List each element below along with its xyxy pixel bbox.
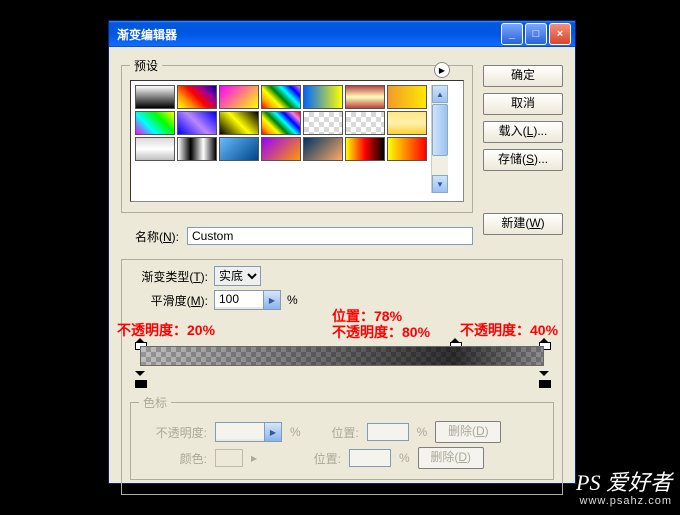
- window-content: 预设 ▶ ▲ ▼ 名称(N):: [109, 47, 575, 483]
- ok-button[interactable]: 确定: [483, 65, 563, 87]
- preset-swatch[interactable]: [261, 85, 301, 109]
- smoothness-spinner[interactable]: ▶: [214, 290, 281, 310]
- gradient-bar[interactable]: [140, 346, 544, 366]
- percent-label: %: [290, 425, 301, 439]
- preset-swatch[interactable]: [387, 111, 427, 135]
- presets-legend: 预设: [130, 57, 162, 74]
- stop-color-label: 颜色:: [139, 450, 207, 467]
- percent-label: %: [287, 293, 298, 307]
- annotation-mid: 位置：78% 不透明度：80%: [332, 308, 430, 340]
- stop-position-label: 位置:: [291, 450, 341, 467]
- name-input[interactable]: [187, 227, 473, 245]
- preset-swatch[interactable]: [261, 137, 301, 161]
- preset-swatch[interactable]: [345, 85, 385, 109]
- presets-menu-icon[interactable]: ▶: [434, 62, 450, 78]
- stop-color-swatch: [215, 449, 243, 467]
- stop-position-input: [367, 423, 409, 441]
- preset-swatch[interactable]: [303, 137, 343, 161]
- preset-swatch[interactable]: [177, 137, 217, 161]
- stop-opacity-input: [216, 423, 264, 439]
- percent-label: %: [399, 451, 410, 465]
- chevron-right-icon: ▸: [251, 451, 263, 465]
- preset-swatch[interactable]: [219, 111, 259, 135]
- close-button[interactable]: ×: [549, 23, 571, 45]
- gradient-edit-fieldset: 渐变类型(T): 实底 平滑度(M): ▶ % 不透明度：20% 位置：78% …: [121, 259, 563, 495]
- preset-swatch[interactable]: [261, 111, 301, 135]
- preset-swatch[interactable]: [219, 85, 259, 109]
- color-stop-right[interactable]: [539, 375, 549, 389]
- presets-grid: [135, 85, 427, 161]
- stops-fieldset: 色标 不透明度: ▶ % 位置: % 删除(D) 颜色: ▸ 位置: %: [130, 394, 554, 480]
- color-stop-left[interactable]: [135, 375, 145, 389]
- delete-stop-button: 删除(D): [435, 421, 501, 443]
- stops-legend: 色标: [139, 394, 171, 411]
- stop-opacity-label: 不透明度:: [139, 424, 207, 441]
- chevron-right-icon: ▶: [264, 423, 281, 441]
- preset-swatch[interactable]: [135, 137, 175, 161]
- gradient-editor-window: 渐变编辑器 _ □ × 预设 ▶ ▲ ▼: [108, 20, 576, 484]
- stop-position-input: [349, 449, 391, 467]
- opacity-stop-right[interactable]: [539, 333, 549, 347]
- gradient-preview-area: [140, 346, 544, 376]
- stop-opacity-spinner: ▶: [215, 422, 282, 442]
- opacity-stop-left[interactable]: [135, 333, 145, 347]
- chevron-right-icon[interactable]: ▶: [263, 291, 280, 309]
- preset-swatch[interactable]: [135, 85, 175, 109]
- presets-fieldset: 预设 ▶ ▲ ▼: [121, 57, 473, 213]
- window-title: 渐变编辑器: [113, 26, 499, 43]
- smoothness-label: 平滑度(M):: [130, 292, 208, 309]
- watermark-url: www.psahz.com: [576, 495, 672, 507]
- name-label: 名称(N):: [121, 228, 179, 245]
- preset-swatch[interactable]: [345, 111, 385, 135]
- gradient-overlay: [141, 347, 543, 365]
- preset-swatch[interactable]: [345, 137, 385, 161]
- load-button[interactable]: 载入(L)...: [483, 121, 563, 143]
- preset-swatch[interactable]: [303, 85, 343, 109]
- watermark-text: PS 爱好者: [576, 470, 672, 495]
- stop-position-label: 位置:: [309, 424, 359, 441]
- presets-box: ▲ ▼: [130, 80, 464, 202]
- preset-swatch[interactable]: [177, 85, 217, 109]
- scroll-up-icon[interactable]: ▲: [432, 85, 448, 103]
- save-button[interactable]: 存储(S)...: [483, 149, 563, 171]
- opacity-stop-mid[interactable]: [450, 333, 460, 347]
- scroll-thumb[interactable]: [432, 104, 448, 156]
- delete-stop-button: 删除(D): [418, 447, 484, 469]
- preset-swatch[interactable]: [219, 137, 259, 161]
- preset-swatch[interactable]: [177, 111, 217, 135]
- presets-scrollbar[interactable]: ▲ ▼: [431, 85, 448, 193]
- gradient-type-select[interactable]: 实底: [214, 266, 261, 286]
- minimize-button[interactable]: _: [501, 23, 523, 45]
- maximize-button[interactable]: □: [525, 23, 547, 45]
- percent-label: %: [417, 425, 428, 439]
- titlebar[interactable]: 渐变编辑器 _ □ ×: [109, 21, 575, 47]
- preset-swatch[interactable]: [303, 111, 343, 135]
- preset-swatch[interactable]: [387, 137, 427, 161]
- annotation-left: 不透明度：20%: [117, 322, 215, 338]
- preset-swatch[interactable]: [387, 85, 427, 109]
- scroll-track[interactable]: [432, 157, 448, 175]
- scroll-down-icon[interactable]: ▼: [432, 175, 448, 193]
- new-button[interactable]: 新建(W): [483, 213, 563, 235]
- gradient-type-label: 渐变类型(T):: [130, 268, 208, 285]
- preset-swatch[interactable]: [135, 111, 175, 135]
- smoothness-input[interactable]: [215, 291, 263, 307]
- watermark: PS 爱好者 www.psahz.com: [576, 471, 672, 507]
- cancel-button[interactable]: 取消: [483, 93, 563, 115]
